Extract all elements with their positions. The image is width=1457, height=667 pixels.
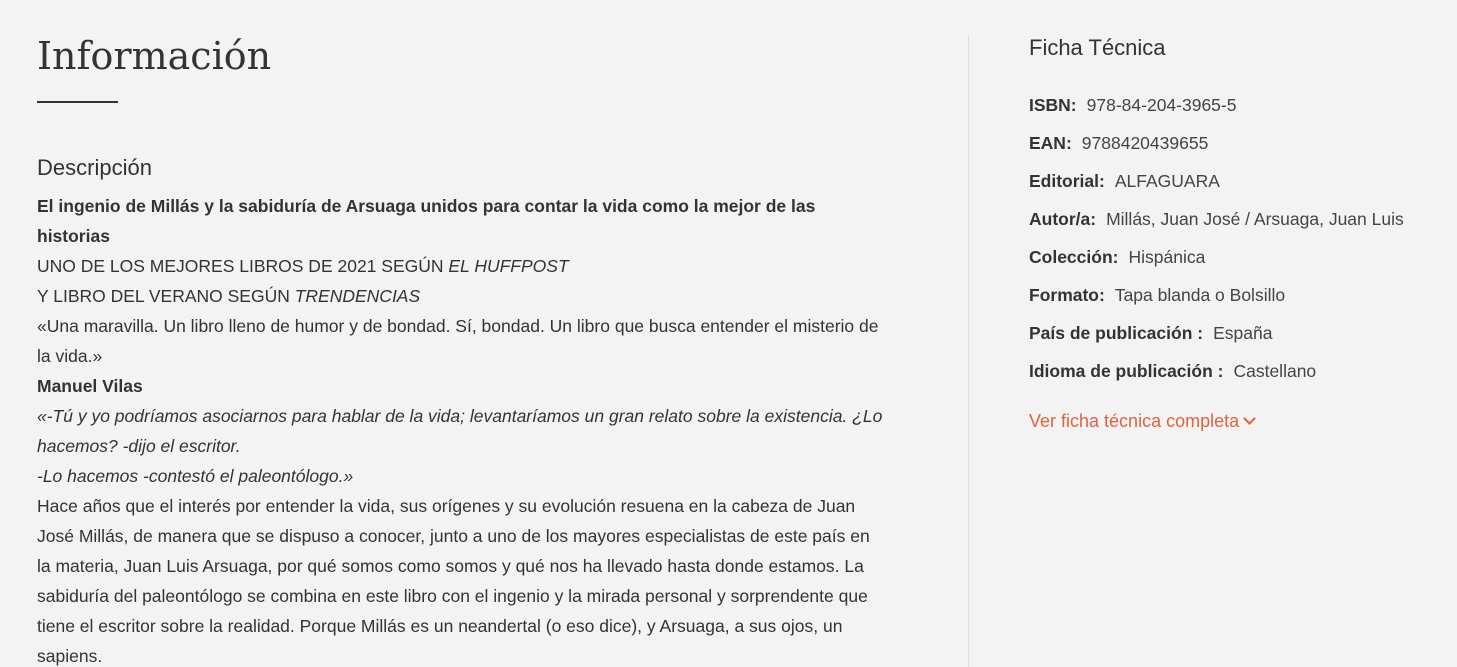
chevron-down-icon (1243, 412, 1256, 425)
view-full-technical-sheet-link[interactable]: Ver ficha técnica completa (1029, 406, 1256, 436)
more-link-label: Ver ficha técnica completa (1029, 411, 1240, 431)
spec-label: País de publicación : (1029, 323, 1204, 343)
spec-value: 978-84-204-3965-5 (1086, 95, 1237, 115)
spec-row-isbn: ISBN: 978-84-204-3965-5 (1029, 90, 1449, 128)
spec-label: ISBN: (1029, 95, 1077, 115)
spec-row-ean: EAN: 9788420439655 (1029, 128, 1449, 166)
review-quote: «Una maravilla. Un libro lleno de humor … (37, 316, 879, 366)
spec-label: Autor/a: (1029, 209, 1097, 229)
spec-row-format: Formato: Tapa blanda o Bolsillo (1029, 280, 1449, 318)
column-divider (968, 35, 969, 667)
spec-label: Idioma de publicación : (1029, 361, 1224, 381)
spec-value: Tapa blanda o Bolsillo (1114, 285, 1286, 305)
award-line-1-text: UNO DE LOS MEJORES LIBROS DE 2021 SEGÚN (37, 256, 449, 276)
spec-list: ISBN: 978-84-204-3965-5 EAN: 9788420439655… (1029, 90, 1449, 394)
award-line-1: UNO DE LOS MEJORES LIBROS DE 2021 SEGÚN … (37, 251, 887, 281)
description-body: El ingenio de Millás y la sabiduría de A… (37, 191, 887, 667)
spec-value: Hispánica (1128, 247, 1206, 267)
spec-value: ALFAGUARA (1114, 171, 1220, 191)
spec-row-author: Autor/a: Millás, Juan José / Arsuaga, Jua… (1029, 204, 1449, 242)
description-paragraph: Hace años que el interés por entender la… (37, 496, 870, 666)
review-quote-author: Manuel Vilas (37, 376, 143, 396)
dialogue-line-1: «-Tú y yo podríamos asociarnos para habl… (37, 406, 883, 456)
award-line-2-text: Y LIBRO DEL VERANO SEGÚN (37, 286, 295, 306)
technical-sheet-title: Ficha Técnica (1029, 35, 1166, 60)
book-info-page: Información Descripción El ingenio de Mi… (0, 0, 1457, 667)
spec-row-editorial: Editorial: ALFAGUARA (1029, 166, 1449, 204)
spec-value: Millás, Juan José / Arsuaga, Juan Luis (1106, 209, 1404, 229)
award-line-2: Y LIBRO DEL VERANO SEGÚN TRENDENCIAS (37, 281, 887, 311)
spec-label: Colección: (1029, 247, 1119, 267)
spec-label: Editorial: (1029, 171, 1105, 191)
spec-row-country: País de publicación : España (1029, 318, 1449, 356)
page-title: Información (37, 34, 272, 78)
spec-label: Formato: (1029, 285, 1105, 305)
spec-value: España (1213, 323, 1273, 343)
spec-row-collection: Colección: Hispánica (1029, 242, 1449, 280)
dialogue-line-2: -Lo hacemos -contestó el paleontólogo.» (37, 466, 354, 486)
description-lead: El ingenio de Millás y la sabiduría de A… (37, 196, 816, 246)
spec-label: EAN: (1029, 133, 1072, 153)
award-line-1-source: EL HUFFPOST (448, 256, 569, 276)
award-line-2-source: TRENDENCIAS (294, 286, 421, 306)
spec-row-language: Idioma de publicación : Castellano (1029, 356, 1449, 394)
spec-value: 9788420439655 (1081, 133, 1209, 153)
spec-value: Castellano (1233, 361, 1317, 381)
title-underline (37, 101, 118, 103)
description-title: Descripción (37, 155, 152, 180)
